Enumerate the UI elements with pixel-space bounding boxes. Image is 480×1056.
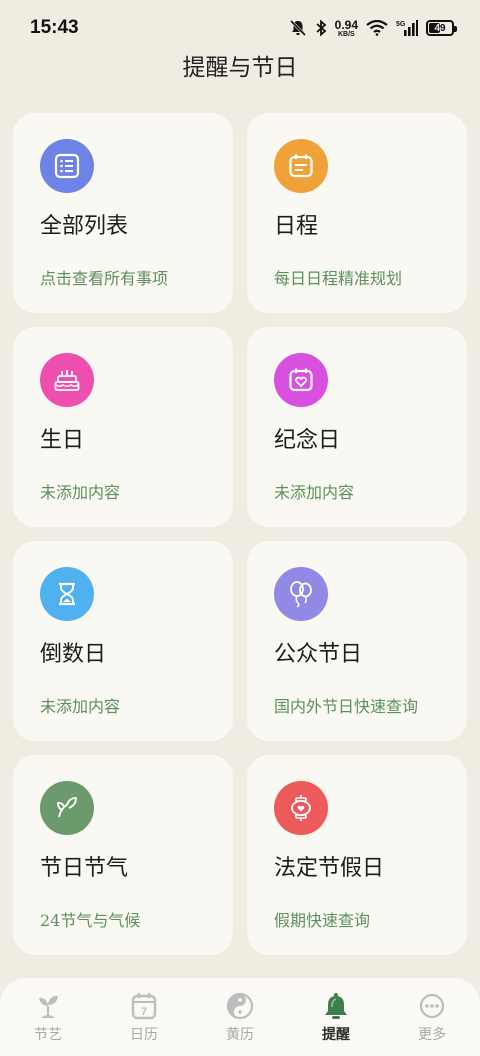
more-icon xyxy=(419,993,445,1019)
tab-label: 提醒 xyxy=(322,1027,350,1043)
card-title: 纪念日 xyxy=(274,428,341,453)
lantern-icon xyxy=(274,781,328,835)
card-all-list[interactable]: 全部列表 点击查看所有事项 xyxy=(13,113,233,313)
wifi-icon xyxy=(366,20,388,36)
card-title: 全部列表 xyxy=(40,214,129,239)
card-birthday[interactable]: 生日 未添加内容 xyxy=(13,327,233,527)
card-title: 生日 xyxy=(40,428,85,453)
card-anniversary[interactable]: 纪念日 未添加内容 xyxy=(247,327,467,527)
card-schedule[interactable]: 日程 每日日程精准规划 xyxy=(247,113,467,313)
tab-label: 更多 xyxy=(418,1027,446,1043)
tab-calendar[interactable]: 7 日历 xyxy=(99,992,189,1044)
balloons-icon xyxy=(274,567,328,621)
page-title: 提醒与节日 xyxy=(182,55,298,81)
status-icons: 0.94 KB/S 5G 49 xyxy=(289,17,457,38)
signal-icon: 5G xyxy=(396,20,418,36)
status-time: 15:43 xyxy=(30,17,79,38)
card-subtitle: 每日日程精准规划 xyxy=(274,269,403,288)
tab-almanac[interactable]: 黄历 xyxy=(195,992,285,1044)
tab-more[interactable]: 更多 xyxy=(387,992,477,1044)
tab-reminder[interactable]: 提醒 xyxy=(291,992,381,1044)
card-title: 公众节日 xyxy=(274,642,363,667)
card-subtitle: 国内外节日快速查询 xyxy=(274,697,419,716)
tab-label: 黄历 xyxy=(226,1027,254,1043)
calendar-icon xyxy=(274,139,328,193)
card-subtitle: 未添加内容 xyxy=(40,697,121,716)
net-speed: 0.94 KB/S xyxy=(334,17,358,38)
card-legal-holidays[interactable]: 法定节假日 假期快速查询 xyxy=(247,755,467,955)
card-subtitle: 假期快速查询 xyxy=(274,911,371,930)
calendar-7-icon: 7 xyxy=(131,993,157,1020)
signal-label: 5G xyxy=(396,21,406,28)
leaf-icon xyxy=(40,781,94,835)
battery-icon: 49 xyxy=(426,20,457,36)
card-title: 节日节气 xyxy=(40,856,129,881)
heart-calendar-icon xyxy=(274,353,328,407)
taiji-icon xyxy=(226,992,254,1020)
card-title: 倒数日 xyxy=(40,642,107,667)
card-title: 法定节假日 xyxy=(274,856,385,881)
battery-level: 49 xyxy=(434,22,446,34)
tab-label: 节艺 xyxy=(34,1027,62,1043)
bell-icon xyxy=(325,993,347,1019)
hourglass-icon xyxy=(40,567,94,621)
calendar-badge: 7 xyxy=(141,1006,147,1018)
card-public-holidays[interactable]: 公众节日 国内外节日快速查询 xyxy=(247,541,467,741)
card-subtitle: 未添加内容 xyxy=(274,483,355,502)
card-solar-terms[interactable]: 节日节气 24节气与气候 xyxy=(13,755,233,955)
cake-icon xyxy=(40,353,94,407)
card-subtitle: 24节气与气候 xyxy=(40,911,141,930)
card-countdown[interactable]: 倒数日 未添加内容 xyxy=(13,541,233,741)
card-title: 日程 xyxy=(274,214,319,239)
card-subtitle: 未添加内容 xyxy=(40,483,121,502)
tab-label: 日历 xyxy=(130,1027,158,1043)
sprout-icon xyxy=(39,995,58,1018)
bluetooth-icon xyxy=(316,19,327,37)
card-subtitle: 点击查看所有事项 xyxy=(40,269,169,288)
mute-bell-icon xyxy=(289,19,306,37)
list-icon xyxy=(40,139,94,193)
tab-jieyi[interactable]: 节艺 xyxy=(3,992,93,1044)
bottom-tab-bar: 节艺 7 日历 黄历 提醒 更多 xyxy=(0,978,480,1056)
